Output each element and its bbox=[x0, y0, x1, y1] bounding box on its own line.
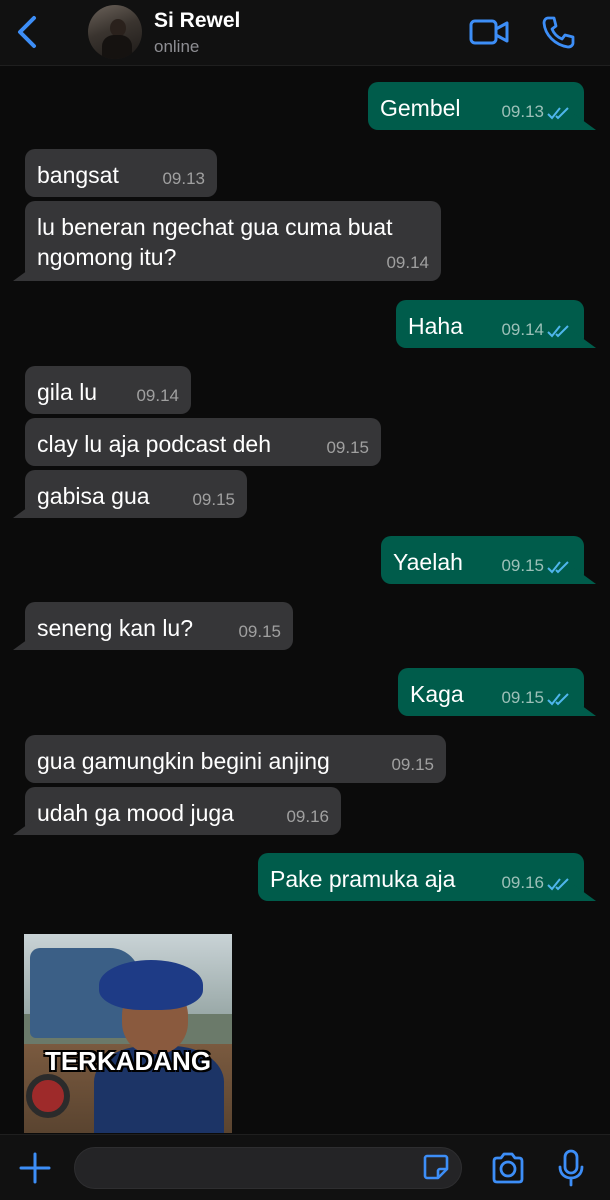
read-receipt-icon bbox=[547, 561, 569, 574]
message-time: 09.15 bbox=[501, 556, 544, 575]
message-incoming[interactable]: gila lu 09.14 bbox=[25, 366, 191, 414]
message-text: Haha bbox=[408, 313, 463, 339]
contact-name[interactable]: Si Rewel bbox=[154, 9, 240, 33]
message-time: 09.16 bbox=[501, 873, 544, 892]
message-time: 09.14 bbox=[501, 320, 544, 339]
message-input[interactable] bbox=[91, 1154, 411, 1184]
message-time: 09.14 bbox=[136, 386, 179, 405]
message-input-container[interactable] bbox=[74, 1147, 462, 1189]
message-incoming[interactable]: gua gamungkin begini anjing 09.15 bbox=[25, 735, 446, 783]
message-time: 09.15 bbox=[326, 438, 369, 457]
message-time: 09.13 bbox=[162, 169, 205, 188]
message-incoming[interactable]: udah ga mood juga 09.16 bbox=[25, 787, 341, 835]
avatar[interactable] bbox=[88, 5, 142, 59]
chevron-left-icon[interactable] bbox=[14, 14, 44, 50]
message-text: Kaga bbox=[410, 681, 464, 707]
microphone-icon[interactable] bbox=[556, 1149, 586, 1187]
message-text: clay lu aja podcast deh bbox=[37, 431, 271, 457]
message-incoming[interactable]: seneng kan lu? 09.15 bbox=[25, 602, 293, 650]
message-incoming[interactable]: lu beneran ngechat gua cuma buat ngomong… bbox=[25, 201, 441, 281]
chat-header: Si Rewel online bbox=[0, 0, 610, 66]
message-text: udah ga mood juga bbox=[37, 800, 234, 826]
read-receipt-icon bbox=[547, 878, 569, 891]
read-receipt-icon bbox=[547, 325, 569, 338]
message-text: gabisa gua bbox=[37, 483, 150, 509]
image-caption: TERKADANG bbox=[44, 1046, 212, 1076]
message-text: gila lu bbox=[37, 379, 98, 405]
camera-icon[interactable] bbox=[490, 1151, 526, 1185]
message-incoming[interactable]: bangsat 09.13 bbox=[25, 149, 217, 197]
message-time: 09.13 bbox=[501, 102, 544, 121]
message-text-line-2: ngomong itu? bbox=[37, 244, 177, 270]
message-incoming[interactable]: gabisa gua 09.15 bbox=[25, 470, 247, 518]
message-outgoing[interactable]: Kaga 09.15 bbox=[398, 668, 584, 716]
message-incoming[interactable]: clay lu aja podcast deh 09.15 bbox=[25, 418, 381, 466]
message-time: 09.15 bbox=[238, 622, 281, 641]
contact-status: online bbox=[154, 37, 200, 56]
message-text: bangsat bbox=[37, 162, 119, 188]
message-list[interactable]: Gembel 09.13 bangsat 09.13 lu beneran ng… bbox=[0, 67, 610, 1133]
message-text: Gembel bbox=[380, 95, 461, 121]
image-message[interactable]: TERKADANG bbox=[24, 934, 232, 1133]
video-camera-icon[interactable] bbox=[468, 14, 510, 50]
message-time: 09.15 bbox=[192, 490, 235, 509]
message-time: 09.14 bbox=[386, 253, 429, 272]
sticker-icon[interactable] bbox=[422, 1153, 450, 1181]
message-outgoing[interactable]: Pake pramuka aja 09.16 bbox=[258, 853, 584, 901]
message-time: 09.15 bbox=[391, 755, 434, 774]
message-text: Pake pramuka aja bbox=[270, 866, 456, 892]
message-outgoing[interactable]: Gembel 09.13 bbox=[368, 82, 584, 130]
plus-icon[interactable] bbox=[18, 1151, 52, 1185]
message-outgoing[interactable]: Yaelah 09.15 bbox=[381, 536, 584, 584]
message-outgoing[interactable]: Haha 09.14 bbox=[396, 300, 584, 348]
phone-icon[interactable] bbox=[540, 14, 576, 50]
message-text: gua gamungkin begini anjing bbox=[37, 748, 330, 774]
message-text: Yaelah bbox=[393, 549, 463, 575]
read-receipt-icon bbox=[547, 107, 569, 120]
message-time: 09.16 bbox=[286, 807, 329, 826]
message-time: 09.15 bbox=[501, 688, 544, 707]
message-text: lu beneran ngechat gua cuma buat bbox=[37, 214, 393, 240]
message-text: seneng kan lu? bbox=[37, 615, 194, 641]
composer-bar bbox=[0, 1134, 610, 1200]
read-receipt-icon bbox=[547, 693, 569, 706]
